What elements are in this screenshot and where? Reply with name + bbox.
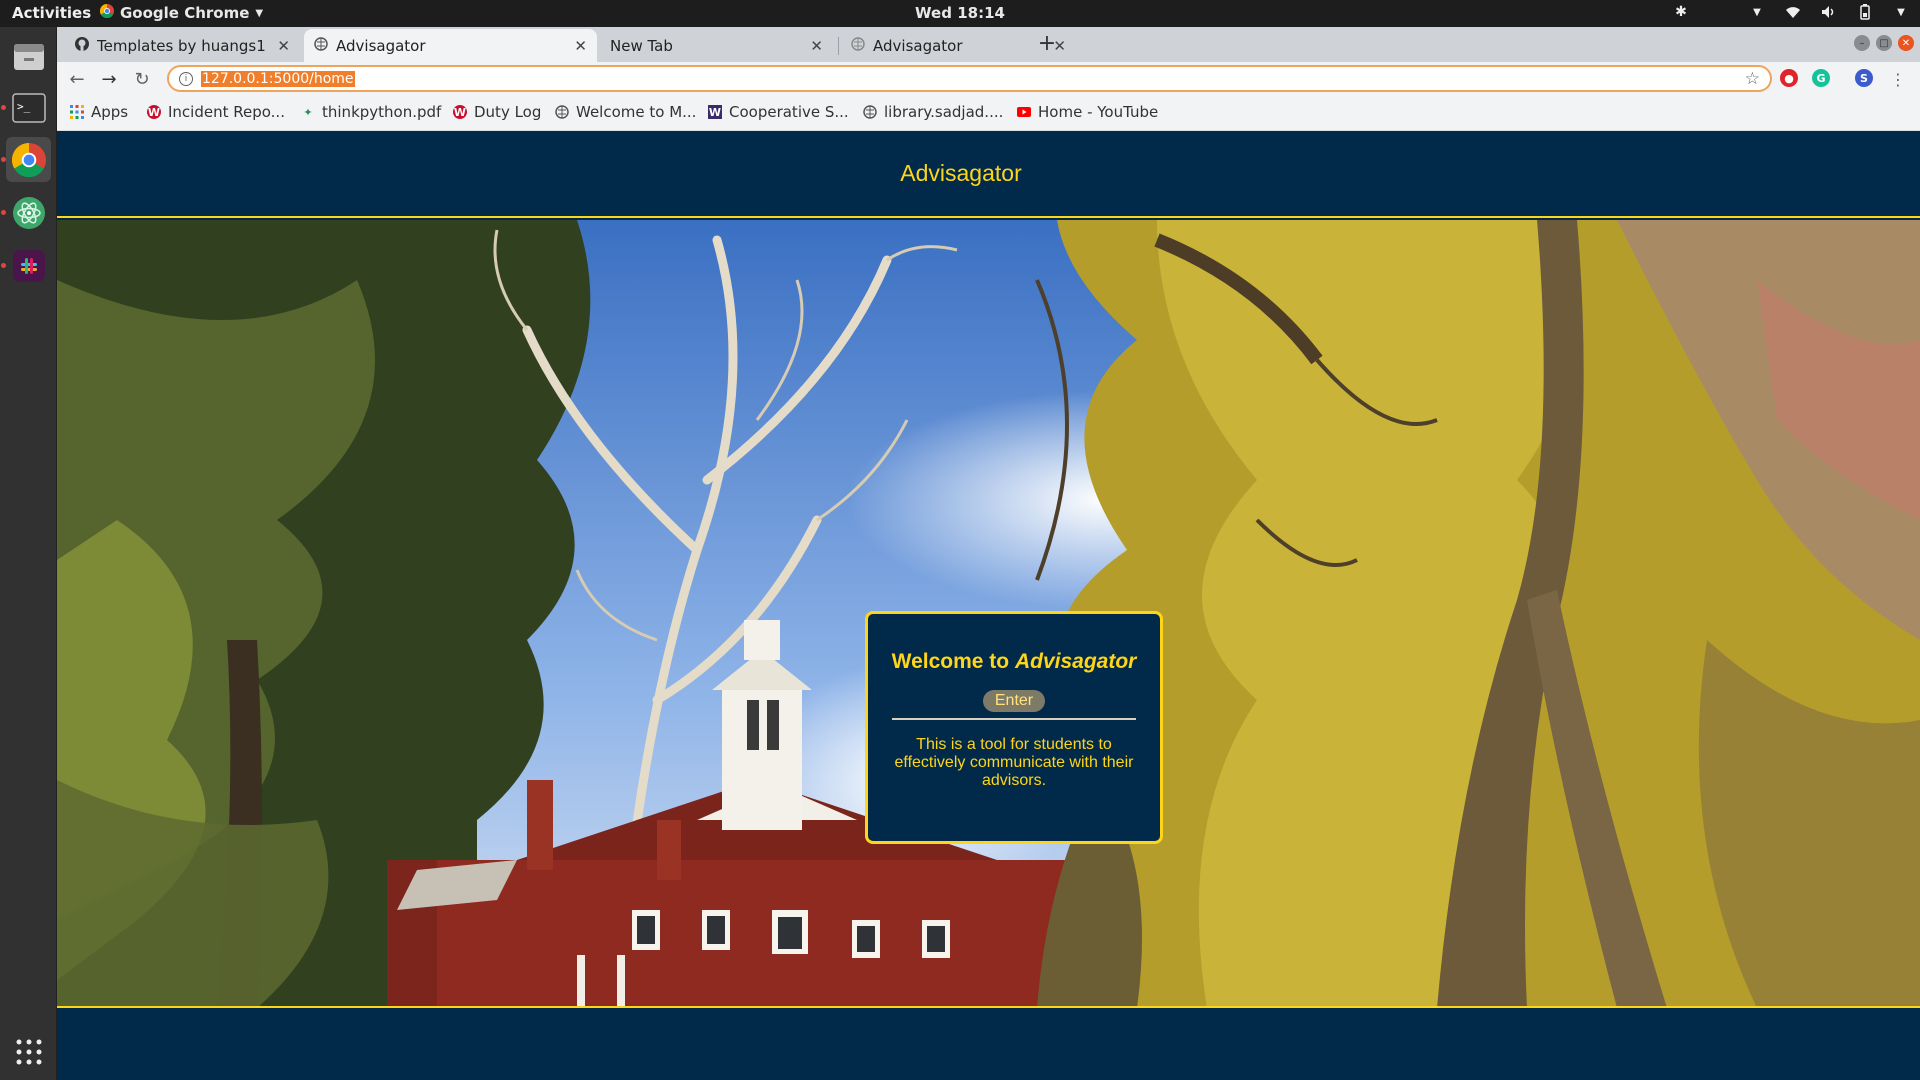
tab-title: Templates by huangs1 · P <box>97 36 272 55</box>
svg-text:>_: >_ <box>17 100 31 113</box>
bookmark-label: Home - YouTube <box>1038 103 1159 121</box>
bookmark-label: Welcome to M... <box>576 103 697 121</box>
activities-button[interactable]: Activities <box>12 4 91 22</box>
bookmark-welcome[interactable]: Welcome to M... <box>555 103 696 121</box>
running-indicator <box>1 263 6 268</box>
bookmark-label: Apps <box>91 103 129 121</box>
volume-icon[interactable] <box>1820 3 1838 21</box>
apps-grid-icon <box>70 105 84 119</box>
files-icon[interactable] <box>6 33 51 78</box>
github-icon <box>75 36 89 55</box>
tab-templates[interactable]: Templates by huangs1 · P ✕ <box>65 29 300 62</box>
site-footer <box>57 1010 1920 1080</box>
show-apps-icon[interactable] <box>6 1029 51 1074</box>
w-square-icon: W <box>708 105 722 119</box>
welcome-card: Welcome to Advisagator Enter This is a t… <box>865 611 1163 844</box>
forward-button[interactable]: → <box>96 66 122 92</box>
atom-icon[interactable] <box>6 190 51 235</box>
globe-icon <box>863 105 877 119</box>
tab-separator <box>838 37 839 55</box>
site-header: Advisagator <box>57 131 1920 218</box>
tab-title: Advisagator <box>336 36 426 55</box>
bookmark-duty-log[interactable]: W Duty Log <box>453 103 541 121</box>
close-tab-icon[interactable]: ✕ <box>277 37 290 55</box>
bookmark-label: Duty Log <box>474 103 542 121</box>
w-logo-icon: W <box>453 105 467 119</box>
address-bar[interactable]: i 127.0.0.1:5000/home ☆ <box>167 65 1772 92</box>
power-menu-icon[interactable]: ▼ <box>1892 3 1910 21</box>
bookmark-label: Cooperative S... <box>729 103 849 121</box>
close-tab-icon[interactable]: ✕ <box>574 37 587 55</box>
chrome-icon[interactable] <box>6 137 51 182</box>
terminal-icon[interactable]: >_ <box>6 85 51 130</box>
ubuntu-dock: >_ <box>0 27 57 1080</box>
url-text[interactable]: 127.0.0.1:5000/home <box>201 70 355 87</box>
slack-icon[interactable] <box>6 243 51 288</box>
enter-button[interactable]: Enter <box>982 690 1046 712</box>
reload-button[interactable]: ↻ <box>129 66 155 92</box>
globe-icon <box>555 105 569 119</box>
running-indicator <box>1 105 6 110</box>
bookmark-star-icon[interactable]: ☆ <box>1745 69 1760 89</box>
close-window-button[interactable]: ✕ <box>1898 35 1914 51</box>
clock[interactable]: Wed 18:14 <box>0 4 1920 22</box>
maximize-button[interactable]: □ <box>1876 35 1892 51</box>
dropdown-icon[interactable]: ▼ <box>1748 3 1766 21</box>
tab-title: New Tab <box>610 36 673 55</box>
running-indicator <box>1 210 6 215</box>
hero-campus-photo: Welcome to Advisagator Enter This is a t… <box>57 220 1920 1008</box>
bookmark-cooperative[interactable]: W Cooperative S... <box>708 103 849 121</box>
chrome-icon <box>99 3 114 22</box>
youtube-icon <box>1017 105 1031 119</box>
card-divider <box>892 718 1136 720</box>
bookmark-thinkpython[interactable]: ✦ thinkpython.pdf <box>301 103 441 121</box>
grammarly-extension-icon[interactable]: G <box>1812 69 1830 87</box>
browser-toolbar: ← → ↻ i 127.0.0.1:5000/home ☆ ● G S ⋮ <box>57 62 1920 95</box>
bookmark-apps[interactable]: Apps <box>70 103 128 121</box>
close-tab-icon[interactable]: ✕ <box>810 37 823 55</box>
tab-title: Advisagator <box>873 36 963 55</box>
site-info-icon[interactable]: i <box>179 71 193 86</box>
profile-avatar[interactable]: S <box>1855 69 1873 87</box>
app-menu[interactable]: Google Chrome ▼ <box>99 3 264 22</box>
caret-down-icon: ▼ <box>255 7 264 19</box>
minimize-button[interactable]: – <box>1854 35 1870 51</box>
leaf-icon: ✦ <box>303 105 313 119</box>
welcome-heading: Welcome to Advisagator <box>892 650 1137 674</box>
system-tray[interactable]: ✱ ▼ ▼ <box>1672 3 1910 21</box>
slack-tray-icon[interactable]: ✱ <box>1672 3 1690 21</box>
system-top-bar: Activities Google Chrome ▼ Wed 18:14 ✱ ▼… <box>0 0 1920 27</box>
wifi-icon[interactable] <box>1784 3 1802 21</box>
welcome-prefix: Welcome to <box>891 650 1015 673</box>
battery-icon[interactable] <box>1856 3 1874 21</box>
app-menu-label: Google Chrome <box>120 4 250 22</box>
globe-icon <box>314 36 328 55</box>
bookmark-library[interactable]: library.sadjad.... <box>863 103 1003 121</box>
bookmark-label: Incident Repo... <box>168 103 285 121</box>
globe-icon <box>851 36 865 55</box>
web-page: Advisagator Welcome to Advisagator Enter… <box>57 131 1920 1080</box>
welcome-brand: Advisagator <box>1014 650 1137 673</box>
bookmark-label: library.sadjad.... <box>884 103 1004 121</box>
tab-new-tab[interactable]: New Tab ✕ <box>600 29 833 62</box>
new-tab-button[interactable]: + <box>1035 31 1059 56</box>
bookmarks-bar: Apps W Incident Repo... ✦ thinkpython.pd… <box>57 95 1920 131</box>
chrome-menu-icon[interactable]: ⋮ <box>1885 66 1911 92</box>
tab-advisagator-active[interactable]: Advisagator ✕ <box>304 29 597 62</box>
running-indicator <box>1 157 6 162</box>
back-button[interactable]: ← <box>64 66 90 92</box>
window-controls: – □ ✕ <box>1854 35 1914 51</box>
card-description: This is a tool for students to effective… <box>894 736 1134 789</box>
bookmark-label: thinkpython.pdf <box>322 103 442 121</box>
bookmark-youtube[interactable]: Home - YouTube <box>1017 103 1158 121</box>
adblock-extension-icon[interactable]: ● <box>1780 69 1798 87</box>
w-logo-icon: W <box>147 105 161 119</box>
tab-strip: Templates by huangs1 · P ✕ Advisagator ✕… <box>57 27 1920 62</box>
bookmark-incident-report[interactable]: W Incident Repo... <box>147 103 285 121</box>
site-title: Advisagator <box>900 160 1022 186</box>
